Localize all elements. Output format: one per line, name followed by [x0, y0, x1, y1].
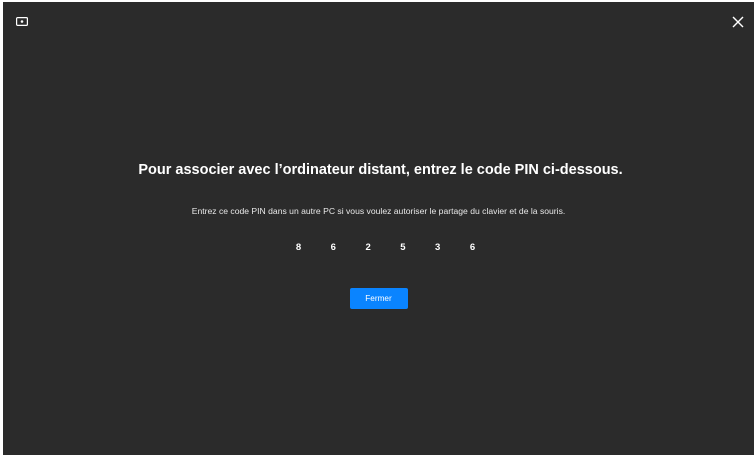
pin-digit: 6 [469, 242, 476, 253]
pin-digit: 8 [295, 242, 302, 253]
dialog-description: Entrez ce code PIN dans un autre PC si v… [191, 206, 566, 216]
close-icon[interactable] [730, 14, 746, 30]
pin-digit: 3 [435, 242, 441, 253]
pin-digit: 5 [400, 242, 406, 253]
pin-digit: 2 [365, 242, 371, 253]
pin-digit: 6 [330, 242, 336, 253]
pairing-window: Pour associer avec l’ordinateur distant,… [3, 2, 754, 455]
monitor-icon [16, 17, 28, 26]
pin-code: 8 6 2 5 3 6 [3, 242, 754, 253]
dialog-title: Pour associer avec l’ordinateur distant,… [138, 162, 623, 178]
pairing-content: Pour associer avec l’ordinateur distant,… [3, 162, 754, 309]
close-button[interactable]: Fermer [349, 288, 408, 309]
